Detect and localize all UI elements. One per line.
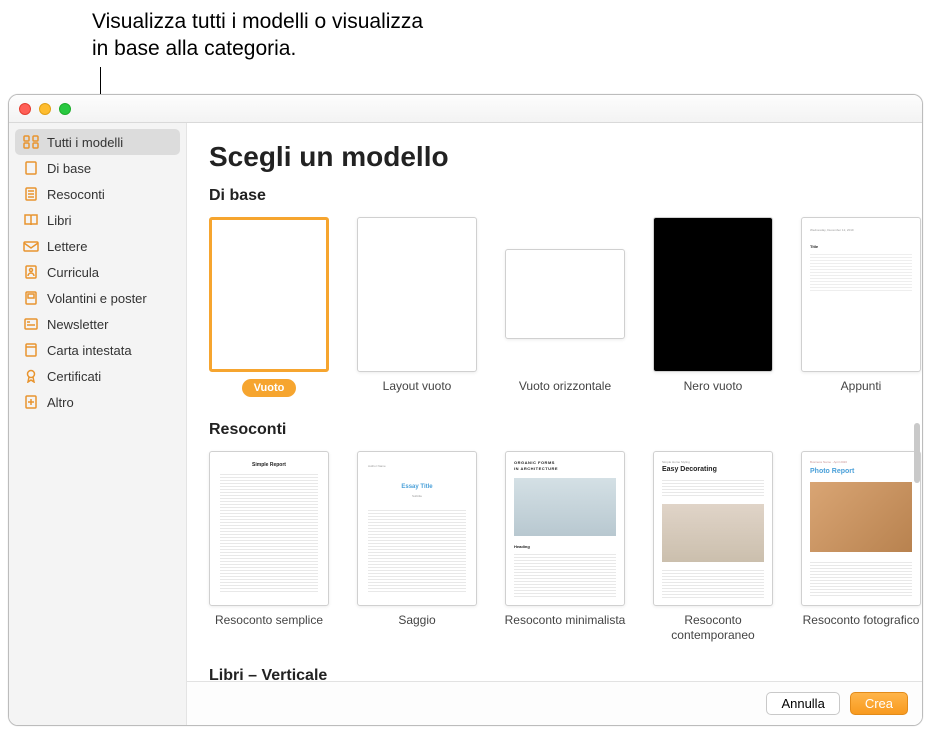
- envelope-icon: [23, 239, 39, 253]
- template-label: Nero vuoto: [648, 379, 778, 394]
- template-blank-landscape[interactable]: Vuoto orizzontale: [505, 217, 625, 397]
- sidebar-item-label: Libri: [47, 213, 72, 228]
- sidebar-item-label: Certificati: [47, 369, 101, 384]
- template-label: Resoconto semplice: [204, 613, 334, 628]
- sidebar-item-label: Lettere: [47, 239, 87, 254]
- sidebar-item-label: Newsletter: [47, 317, 108, 332]
- template-thumb: Simple Home Styling Easy Decorating: [653, 451, 773, 606]
- template-blank[interactable]: Vuoto: [209, 217, 329, 397]
- help-annotation-line1: Visualizza tutti i modelli o visualizza: [92, 10, 423, 33]
- sidebar-item-all-templates[interactable]: Tutti i modelli: [15, 129, 180, 155]
- template-label: Vuoto: [242, 379, 297, 397]
- sidebar-item-label: Resoconti: [47, 187, 105, 202]
- window-titlebar: [9, 95, 922, 123]
- template-thumb: Author Name Essay Title Subtitle: [357, 451, 477, 606]
- poster-icon: [23, 291, 39, 305]
- newspaper-icon: [23, 317, 39, 331]
- create-button[interactable]: Crea: [850, 692, 908, 715]
- template-label: Resoconto contemporaneo: [648, 613, 778, 643]
- sidebar-item-basic[interactable]: Di base: [15, 155, 180, 181]
- book-icon: [23, 213, 39, 227]
- close-icon[interactable]: [19, 103, 31, 115]
- maximize-icon[interactable]: [59, 103, 71, 115]
- section-title-reports: Resoconti: [209, 421, 922, 439]
- template-thumb: ORGANIC FORMS IN ARCHITECTURE Heading: [505, 451, 625, 606]
- template-label: Vuoto orizzontale: [500, 379, 630, 394]
- page-icon: [23, 161, 39, 175]
- template-scroll-area[interactable]: Scegli un modello Di base Vuoto Layout v…: [187, 123, 922, 681]
- sidebar-item-label: Volantini e poster: [47, 291, 147, 306]
- section-title-books-vertical: Libri – Verticale: [209, 667, 922, 681]
- sidebar-item-reports[interactable]: Resoconti: [15, 181, 180, 207]
- section-title-basic: Di base: [209, 187, 922, 205]
- template-thumb: Business Name · April 2020 Photo Report: [801, 451, 921, 606]
- sidebar-item-label: Tutti i modelli: [47, 135, 123, 150]
- help-annotation-line2: in base alla categoria.: [92, 37, 296, 60]
- sidebar-item-label: Altro: [47, 395, 74, 410]
- template-grid-reports: Simple Report Resoconto semplice Author …: [209, 451, 922, 643]
- template-grid-basic: Vuoto Layout vuoto Vuoto orizzontale Ner…: [209, 217, 922, 397]
- template-blank-black[interactable]: Nero vuoto: [653, 217, 773, 397]
- main-content: Scegli un modello Di base Vuoto Layout v…: [187, 123, 922, 725]
- template-thumb: Wednesday, December 12, 2019 Title: [801, 217, 921, 372]
- letterhead-icon: [23, 343, 39, 357]
- template-label: Appunti: [796, 379, 922, 394]
- sidebar-item-resumes[interactable]: Curricula: [15, 259, 180, 285]
- sidebar-item-certificates[interactable]: Certificati: [15, 363, 180, 389]
- template-photo-report[interactable]: Business Name · April 2020 Photo Report …: [801, 451, 921, 643]
- minimize-icon[interactable]: [39, 103, 51, 115]
- sidebar-item-stationery[interactable]: Carta intestata: [15, 337, 180, 363]
- ribbon-icon: [23, 369, 39, 383]
- page-lines-icon: [23, 187, 39, 201]
- template-chooser-window: Tutti i modelli Di base Resoconti Libri …: [8, 94, 923, 726]
- template-contemporary-report[interactable]: Simple Home Styling Easy Decorating Reso…: [653, 451, 773, 643]
- plus-page-icon: [23, 395, 39, 409]
- footer-bar: Annulla Crea: [187, 681, 922, 725]
- sidebar-item-label: Carta intestata: [47, 343, 132, 358]
- template-minimalist-report[interactable]: ORGANIC FORMS IN ARCHITECTURE Heading Re…: [505, 451, 625, 643]
- template-thumb: [357, 217, 477, 372]
- template-label: Layout vuoto: [352, 379, 482, 394]
- sidebar-item-label: Curricula: [47, 265, 99, 280]
- cancel-button[interactable]: Annulla: [766, 692, 839, 715]
- scrollbar-thumb[interactable]: [914, 423, 920, 483]
- template-thumb: [209, 217, 329, 372]
- sidebar-item-newsletter[interactable]: Newsletter: [15, 311, 180, 337]
- template-label: Resoconto minimalista: [500, 613, 630, 628]
- template-label: Resoconto fotografico: [796, 613, 922, 628]
- template-essay[interactable]: Author Name Essay Title Subtitle Saggio: [357, 451, 477, 643]
- template-blank-layout[interactable]: Layout vuoto: [357, 217, 477, 397]
- sidebar-item-books[interactable]: Libri: [15, 207, 180, 233]
- template-thumb: [505, 249, 625, 339]
- page-title: Scegli un modello: [209, 141, 922, 173]
- template-notes[interactable]: Wednesday, December 12, 2019 Title Appun…: [801, 217, 921, 397]
- sidebar: Tutti i modelli Di base Resoconti Libri …: [9, 123, 187, 725]
- sidebar-item-letters[interactable]: Lettere: [15, 233, 180, 259]
- sidebar-item-other[interactable]: Altro: [15, 389, 180, 415]
- sidebar-item-label: Di base: [47, 161, 91, 176]
- person-page-icon: [23, 265, 39, 279]
- template-thumb: Simple Report: [209, 451, 329, 606]
- grid-all-icon: [23, 135, 39, 149]
- sidebar-item-flyers[interactable]: Volantini e poster: [15, 285, 180, 311]
- window-body: Tutti i modelli Di base Resoconti Libri …: [9, 123, 922, 725]
- help-annotation: Visualizza tutti i modelli o visualizza …: [92, 8, 423, 63]
- template-simple-report[interactable]: Simple Report Resoconto semplice: [209, 451, 329, 643]
- template-label: Saggio: [352, 613, 482, 628]
- template-thumb: [653, 217, 773, 372]
